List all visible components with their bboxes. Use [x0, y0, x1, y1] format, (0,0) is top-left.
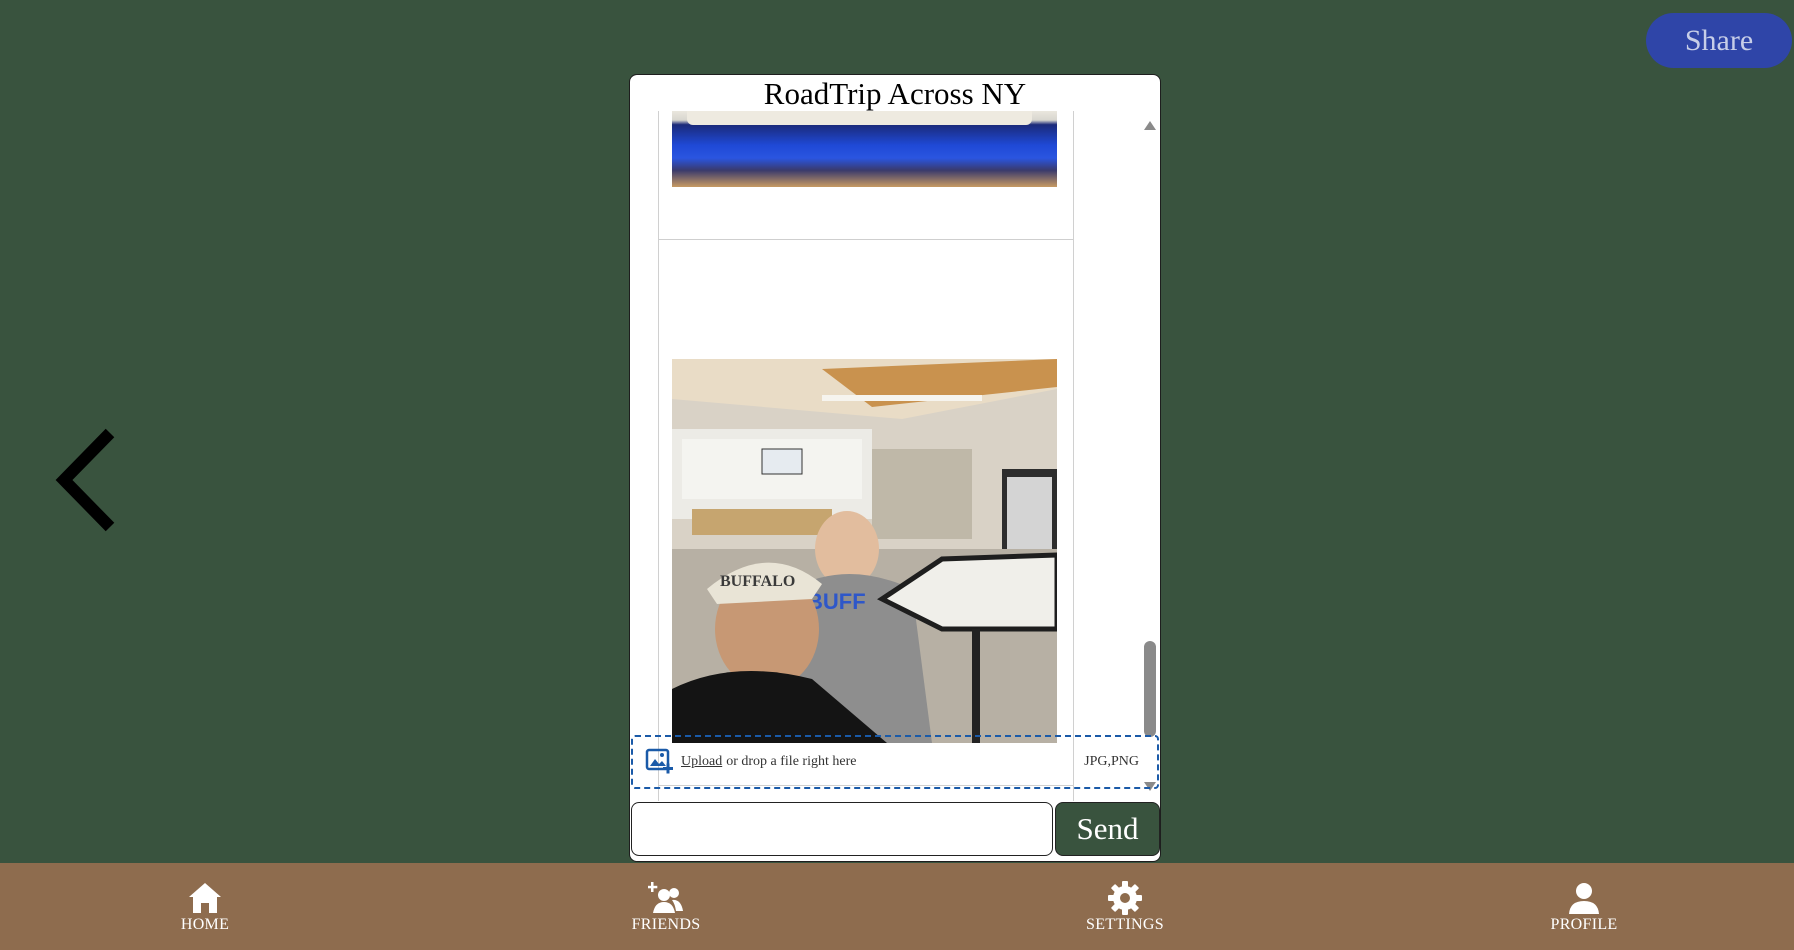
- share-button[interactable]: Share: [1646, 13, 1792, 68]
- scroll-up-arrow-icon[interactable]: [1144, 121, 1156, 130]
- nav-label: PROFILE: [1550, 915, 1618, 933]
- add-friend-icon: [648, 881, 683, 913]
- dropzone-hint: or drop a file right here: [726, 754, 857, 769]
- person-icon: [1569, 882, 1599, 914]
- bottom-nav: HOME FRIENDS SETTINGS PROFILE: [0, 863, 1794, 950]
- svg-text:BUFFALO: BUFFALO: [720, 573, 795, 590]
- post-divider: [659, 239, 1073, 240]
- feed-scrollbar[interactable]: [1141, 111, 1160, 801]
- nav-item-settings[interactable]: SETTINGS: [1065, 863, 1185, 950]
- message-input[interactable]: [631, 802, 1053, 856]
- upload-link[interactable]: Upload: [681, 754, 722, 770]
- file-dropzone[interactable]: Upload or drop a file right here JPG,PNG: [631, 735, 1159, 789]
- chat-title: RoadTrip Across NY: [763, 76, 1027, 111]
- send-button[interactable]: Send: [1055, 802, 1160, 856]
- nav-item-profile[interactable]: PROFILE: [1524, 863, 1644, 950]
- add-image-icon: [645, 748, 673, 774]
- back-chevron-icon[interactable]: [48, 425, 128, 535]
- gear-icon: [1108, 880, 1142, 915]
- file-types-label: JPG,PNG: [1084, 754, 1139, 769]
- shared-photo[interactable]: [672, 111, 1057, 187]
- photo-feed[interactable]: BUFF BUFFALO: [658, 111, 1074, 801]
- home-icon: [189, 882, 221, 913]
- chat-panel: RoadTrip Across NY BUFF BUFFALO Upload o…: [629, 74, 1161, 862]
- nav-item-friends[interactable]: FRIENDS: [606, 863, 726, 950]
- nav-label: SETTINGS: [1086, 915, 1164, 933]
- nav-label: FRIENDS: [631, 915, 701, 933]
- nav-item-home[interactable]: HOME: [145, 863, 265, 950]
- nav-label: HOME: [180, 915, 230, 933]
- shared-photo[interactable]: BUFF BUFFALO: [672, 359, 1057, 743]
- scrollbar-thumb[interactable]: [1144, 641, 1156, 737]
